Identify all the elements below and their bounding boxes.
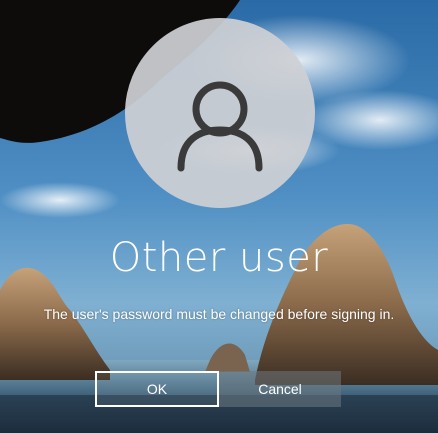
ok-button[interactable]: OK xyxy=(95,371,219,407)
user-silhouette-icon xyxy=(177,81,263,172)
cancel-button[interactable]: Cancel xyxy=(219,371,341,407)
user-avatar xyxy=(125,18,315,208)
lock-screen: Other user The user's password must be c… xyxy=(0,0,438,433)
password-change-message: The user's password must be changed befo… xyxy=(43,306,395,322)
user-name-label: Other user xyxy=(109,235,329,281)
